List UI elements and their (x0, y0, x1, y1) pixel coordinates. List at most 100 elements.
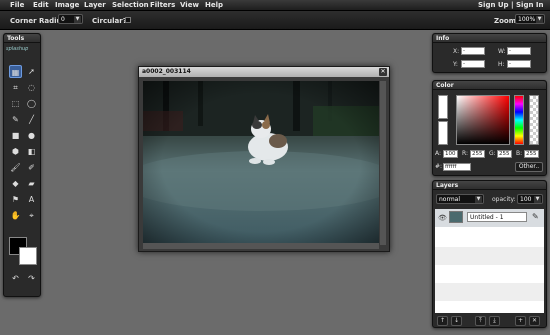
y-field[interactable]: - (461, 60, 485, 68)
layer-row[interactable]: 👁 Untitled - 1 ✎ (435, 209, 544, 227)
empty-layer-row (435, 283, 544, 301)
horizontal-scrollbar[interactable] (143, 243, 379, 249)
opacity-select[interactable]: 100 ▼ (517, 194, 543, 204)
eye-icon[interactable]: 👁 (438, 214, 447, 222)
y-label: Y: (453, 61, 458, 68)
layers-list: 👁 Untitled - 1 ✎ (435, 209, 544, 313)
opacity-value: 100 (520, 196, 532, 203)
document-window: a0002_003114 ✕ (138, 66, 390, 252)
menu-edit[interactable]: Edit (33, 1, 49, 9)
move-top-icon[interactable]: ⤒ (475, 316, 486, 326)
other-color-button[interactable]: Other.. (515, 162, 543, 172)
image-canvas[interactable] (143, 81, 379, 245)
new-color-swatch (438, 95, 448, 119)
stamp-icon[interactable]: ⚑ (9, 193, 22, 206)
circular-checkbox[interactable] (125, 17, 131, 23)
color-title: Color (433, 81, 546, 90)
move-arrow-icon[interactable]: ➚ (25, 65, 38, 78)
h-label: H: (498, 61, 505, 68)
arrow-down-icon[interactable]: ↓ (451, 316, 462, 326)
rectangle-shape-icon[interactable]: ■ (9, 129, 22, 142)
a-label: A: (435, 150, 442, 157)
layer-thumbnail (449, 211, 463, 223)
document-title: a0002_003114 (142, 68, 191, 75)
color-panel: Color A: 100 R: 255 G: 255 B: 255 #: fff… (432, 80, 547, 176)
document-title-bar: a0002_003114 ✕ (139, 67, 389, 77)
saturation-value-picker[interactable] (456, 95, 510, 145)
brush-icon[interactable]: 🖌 (9, 161, 22, 174)
cat-photo (143, 81, 379, 245)
layer-settings-icon[interactable]: ✎ (532, 212, 539, 221)
green-field[interactable]: 255 (497, 150, 512, 158)
circle-shape-icon[interactable]: ● (25, 129, 38, 142)
dropper-icon[interactable]: ⌖ (25, 209, 38, 222)
polygon-icon[interactable]: ⬢ (9, 145, 22, 158)
options-bar: Corner Radius: 0 ▼ Circular?: Zoom: 100%… (0, 11, 550, 30)
menu-layer[interactable]: Layer (84, 1, 106, 9)
close-icon[interactable]: ✕ (379, 68, 387, 76)
zoom-value: 100% (518, 16, 536, 23)
eraser-icon[interactable]: ▰ (25, 177, 38, 190)
hex-field[interactable]: ffffff (443, 163, 471, 171)
menu-help[interactable]: Help (205, 1, 223, 9)
menu-selection[interactable]: Selection (112, 1, 149, 9)
splashup-logo: splashup (6, 46, 29, 52)
menu-image[interactable]: Image (55, 1, 79, 9)
rect-select-icon[interactable]: ⬚ (9, 97, 22, 110)
hue-slider[interactable] (514, 95, 524, 145)
h-field[interactable]: - (507, 60, 531, 68)
layers-panel: Layers normal ▼ opacity: 100 ▼ 👁 Untitle… (432, 180, 547, 328)
vertical-scrollbar[interactable] (380, 81, 386, 245)
bucket-icon[interactable]: ◆ (9, 177, 22, 190)
chevron-down-icon: ▼ (536, 16, 543, 23)
crop-icon[interactable]: ⌗ (9, 81, 22, 94)
undo-icon[interactable]: ↶ (9, 272, 22, 285)
alpha-slider[interactable] (529, 95, 539, 145)
hand-icon[interactable]: ✋ (9, 209, 22, 222)
move-bottom-icon[interactable]: ⤓ (489, 316, 500, 326)
red-field[interactable]: 255 (470, 150, 485, 158)
w-label: W: (498, 48, 506, 55)
add-layer-icon[interactable]: + (515, 316, 526, 326)
sign-up-link[interactable]: Sign Up | (478, 1, 514, 9)
alpha-field[interactable]: 100 (443, 150, 458, 158)
w-field[interactable]: - (507, 47, 531, 55)
blend-mode-select[interactable]: normal ▼ (436, 194, 484, 204)
corner-radius-select[interactable]: 0 ▼ (58, 14, 83, 24)
info-panel: Info X: - W: - Y: - H: - (432, 33, 547, 73)
lasso-icon[interactable]: ◌ (25, 81, 38, 94)
sign-in-link[interactable]: Sign In (516, 1, 543, 9)
g-label: G: (489, 150, 496, 157)
menu-bar: File Edit Image Layer Selection Filters … (0, 0, 550, 11)
gradient-icon[interactable]: ◧ (25, 145, 38, 158)
arrow-up-icon[interactable]: ↑ (437, 316, 448, 326)
background-color-swatch[interactable] (19, 247, 37, 265)
chevron-down-icon: ▼ (534, 196, 541, 203)
empty-layer-row (435, 247, 544, 265)
line-icon[interactable]: ╱ (25, 113, 38, 126)
ellipse-select-icon[interactable]: ◯ (25, 97, 38, 110)
blend-mode-value: normal (439, 196, 461, 203)
blue-field[interactable]: 255 (524, 150, 539, 158)
menu-file[interactable]: File (10, 1, 24, 9)
redo-icon[interactable]: ↷ (25, 272, 38, 285)
old-color-swatch (438, 121, 448, 145)
b-label: B: (516, 150, 523, 157)
pencil-icon[interactable]: ✎ (9, 113, 22, 126)
hex-label: #: (435, 163, 443, 170)
delete-layer-icon[interactable]: ✕ (529, 316, 540, 326)
opacity-label: opacity: (492, 196, 516, 203)
layers-title: Layers (433, 181, 546, 190)
eyedropper-icon[interactable]: ✐ (25, 161, 38, 174)
x-field[interactable]: - (461, 47, 485, 55)
layer-name-field[interactable]: Untitled - 1 (467, 212, 527, 222)
chevron-down-icon: ▼ (475, 196, 482, 203)
x-label: X: (453, 48, 460, 55)
menu-filters[interactable]: Filters (150, 1, 175, 9)
tools-panel: Tools splashup ▦ ➚ ⌗ ◌ ⬚ ◯ ✎ ╱ ■ ● ⬢ ◧ 🖌… (3, 33, 41, 297)
corner-radius-value: 0 (61, 16, 65, 23)
marquee-tool-icon[interactable]: ▦ (9, 65, 22, 78)
menu-view[interactable]: View (180, 1, 199, 9)
text-tool-icon[interactable]: A (25, 193, 38, 206)
zoom-select[interactable]: 100% ▼ (515, 14, 545, 24)
